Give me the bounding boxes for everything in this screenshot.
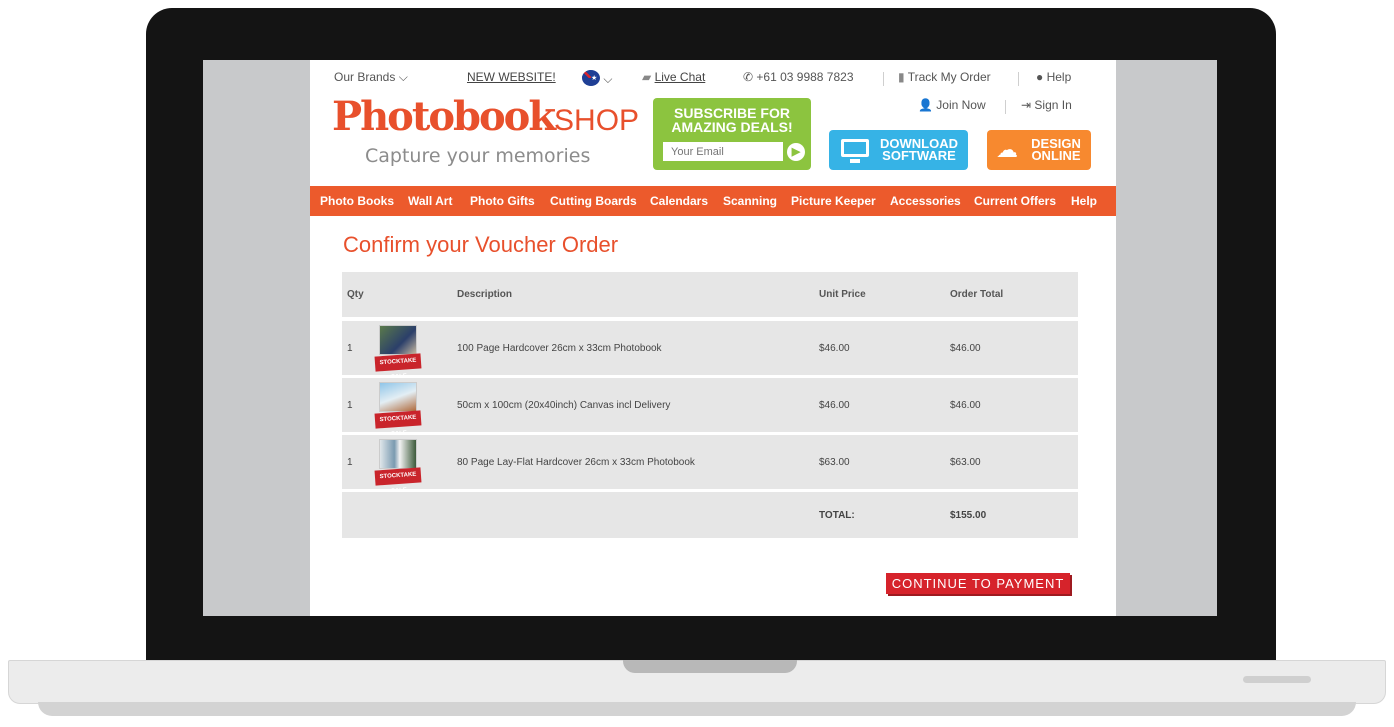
subscribe-email-input[interactable]	[663, 142, 783, 161]
top-bar: Our Brands ⌵ NEW WEBSITE! ⌵ ▰ Live Chat …	[310, 70, 1116, 114]
logo-main-text: Photobook	[332, 93, 556, 140]
user-icon: 👤	[918, 98, 933, 112]
track-order-label: Track My Order	[907, 70, 991, 84]
row-description: 50cm x 100cm (20x40inch) Canvas incl Del…	[457, 400, 671, 411]
divider	[1018, 72, 1019, 86]
nav-wall-art[interactable]: Wall Art	[408, 194, 452, 208]
phone-text: +61 03 9988 7823	[756, 70, 854, 84]
page-title: Confirm your Voucher Order	[343, 232, 619, 257]
nav-photo-books[interactable]: Photo Books	[320, 194, 394, 208]
chevron-down-icon: ⌵	[603, 72, 613, 86]
laptop-indicator	[1243, 676, 1311, 683]
nav-help[interactable]: Help	[1071, 194, 1097, 208]
download-label: DOWNLOAD SOFTWARE	[879, 137, 959, 163]
chat-icon: ▰	[642, 70, 652, 84]
sign-in-label: Sign In	[1034, 98, 1072, 112]
product-image	[379, 325, 417, 355]
divider	[883, 72, 884, 86]
info-icon: ●	[1036, 70, 1044, 84]
design-online-button[interactable]: ☁ DESIGN ONLINE	[987, 130, 1091, 170]
country-selector[interactable]: ⌵	[582, 70, 612, 87]
header-unit-price: Unit Price	[819, 289, 866, 300]
photobookshop-logo[interactable]: PhotobookSHOP	[332, 93, 639, 140]
phone-icon: ✆	[743, 70, 754, 84]
help-link[interactable]: ● Help	[1036, 70, 1071, 84]
row-order-total: $63.00	[950, 457, 981, 468]
product-thumbnail: STOCKTAKE SALE	[374, 325, 422, 381]
row-unit-price: $63.00	[819, 457, 850, 468]
monitor-icon	[841, 139, 869, 163]
laptop-screen: Our Brands ⌵ NEW WEBSITE! ⌵ ▰ Live Chat …	[203, 60, 1217, 616]
product-thumbnail: STOCKTAKE SALE	[374, 382, 422, 438]
main-nav: Photo Books Wall Art Photo Gifts Cutting…	[310, 186, 1116, 216]
row-unit-price: $46.00	[819, 400, 850, 411]
sign-in-icon: ⇥	[1021, 98, 1032, 112]
table-row: 1 STOCKTAKE SALE 50cm x 100cm (20x40inch…	[342, 378, 1078, 438]
australia-flag-icon	[582, 70, 600, 86]
row-qty: 1	[347, 400, 353, 411]
download-software-button[interactable]: DOWNLOAD SOFTWARE	[829, 130, 968, 170]
live-chat-link[interactable]: Live Chat	[655, 70, 706, 84]
tagline: Capture your memories	[365, 145, 591, 167]
sign-in-link[interactable]: ⇥ Sign In	[1021, 98, 1072, 112]
nav-scanning[interactable]: Scanning	[723, 194, 777, 208]
nav-current-offers[interactable]: Current Offers	[974, 194, 1056, 208]
join-now-label: Join Now	[936, 98, 986, 112]
download-label-line2: SOFTWARE	[882, 148, 956, 163]
join-now-link[interactable]: 👤 Join Now	[918, 98, 986, 112]
truck-icon: ▮	[898, 70, 905, 84]
nav-calendars[interactable]: Calendars	[650, 194, 708, 208]
total-value: $155.00	[950, 510, 987, 521]
product-image	[379, 382, 417, 412]
row-qty: 1	[347, 343, 353, 354]
table-row: 1 STOCKTAKE SALE 100 Page Hardcover 26cm…	[342, 321, 1078, 381]
cloud-upload-icon: ☁	[996, 137, 1018, 162]
logo-suffix-text: SHOP	[554, 104, 640, 137]
header-qty: Qty	[347, 289, 364, 300]
row-unit-price: $46.00	[819, 343, 850, 354]
header-description: Description	[457, 289, 513, 300]
laptop-base-edge	[38, 702, 1356, 716]
subscribe-heading-2: AMAZING DEALS!	[671, 119, 793, 135]
laptop-notch	[623, 660, 797, 673]
order-table-header: Qty Description Unit Price Order Total	[342, 272, 1078, 317]
row-order-total: $46.00	[950, 343, 981, 354]
continue-to-payment-button[interactable]: CONTINUE TO PAYMENT	[886, 573, 1070, 594]
nav-accessories[interactable]: Accessories	[890, 194, 961, 208]
row-qty: 1	[347, 457, 353, 468]
table-row: 1 STOCKTAKE SALE 80 Page Lay-Flat Hardco…	[342, 435, 1078, 495]
sale-badge: STOCKTAKE SALE	[374, 467, 422, 495]
live-chat[interactable]: ▰ Live Chat	[642, 70, 705, 84]
row-description: 100 Page Hardcover 26cm x 33cm Photobook	[457, 343, 662, 354]
header-order-total: Order Total	[950, 289, 1004, 300]
row-description: 80 Page Lay-Flat Hardcover 26cm x 33cm P…	[457, 457, 695, 468]
nav-picture-keeper[interactable]: Picture Keeper	[791, 194, 876, 208]
nav-photo-gifts[interactable]: Photo Gifts	[470, 194, 535, 208]
sale-badge: STOCKTAKE SALE	[374, 410, 422, 438]
subscribe-submit-button[interactable]: ▶	[787, 143, 805, 161]
product-thumbnail: STOCKTAKE SALE	[374, 439, 422, 495]
total-label: TOTAL:	[819, 510, 855, 521]
phone-number: ✆ +61 03 9988 7823	[743, 70, 854, 84]
design-label: DESIGN ONLINE	[1025, 137, 1087, 163]
help-label: Help	[1046, 70, 1072, 84]
subscribe-heading-1: SUBSCRIBE FOR	[674, 105, 790, 121]
subscribe-box: SUBSCRIBE FOR AMAZING DEALS! ▶	[653, 98, 811, 170]
design-label-line2: ONLINE	[1031, 148, 1081, 163]
table-total-row: TOTAL: $155.00	[342, 492, 1078, 538]
row-order-total: $46.00	[950, 400, 981, 411]
our-brands-label: Our Brands	[334, 70, 396, 84]
sale-badge: STOCKTAKE SALE	[374, 353, 422, 381]
divider	[1005, 100, 1006, 114]
new-website-link[interactable]: NEW WEBSITE!	[467, 70, 556, 84]
track-order-link[interactable]: ▮ Track My Order	[898, 70, 991, 84]
play-arrow-icon: ▶	[791, 146, 801, 158]
product-image	[379, 439, 417, 469]
nav-cutting-boards[interactable]: Cutting Boards	[550, 194, 637, 208]
website: Our Brands ⌵ NEW WEBSITE! ⌵ ▰ Live Chat …	[310, 60, 1116, 616]
our-brands-menu[interactable]: Our Brands ⌵	[334, 70, 408, 85]
chevron-down-icon: ⌵	[398, 70, 408, 84]
